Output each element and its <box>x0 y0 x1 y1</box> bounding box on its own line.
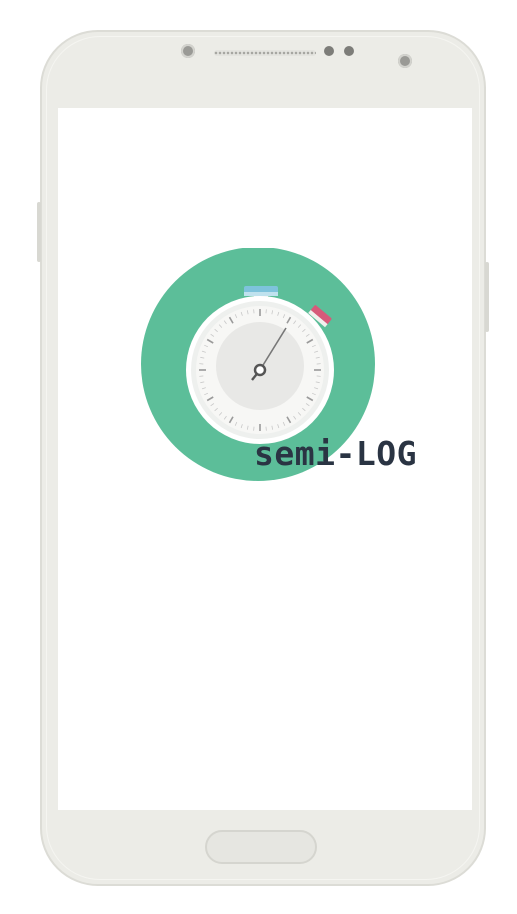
splash-screen: semi-LOG <box>58 108 472 810</box>
phone-frame: semi-LOG <box>37 30 489 886</box>
volume-button <box>37 202 41 262</box>
notification-led <box>398 54 412 68</box>
light-sensor <box>344 46 354 56</box>
power-button <box>485 262 489 332</box>
proximity-sensor <box>324 46 334 56</box>
front-camera <box>181 44 195 58</box>
earpiece-speaker <box>214 50 316 56</box>
app-title: semi-LOG <box>254 434 417 473</box>
home-button[interactable] <box>205 830 317 864</box>
